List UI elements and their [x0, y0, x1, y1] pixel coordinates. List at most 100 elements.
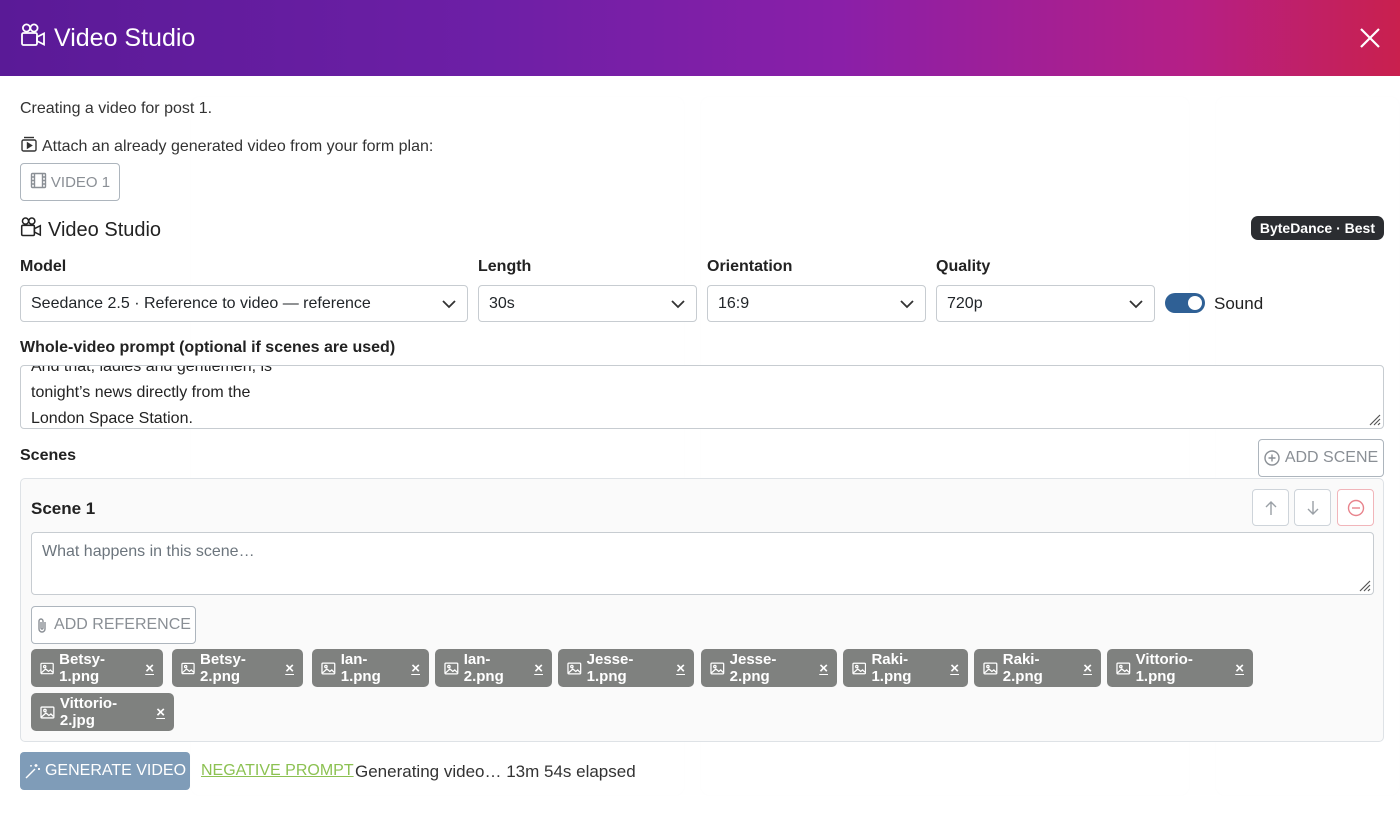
- generation-status: Generating video… 13m 54s elapsed: [355, 762, 636, 781]
- length-value: 30s: [489, 294, 515, 312]
- minus-circle-icon: [1347, 499, 1364, 516]
- close-button[interactable]: [1354, 22, 1386, 54]
- reference-chip: Vittorio-1.png ×: [1107, 649, 1253, 687]
- close-icon: [1360, 28, 1380, 48]
- prompt-label-main: Whole-video prompt: [20, 339, 175, 356]
- add-scene-button[interactable]: ADD SCENE: [1258, 439, 1384, 477]
- model-select[interactable]: Seedance 2.5 · Reference to video — refe…: [20, 285, 468, 322]
- paperclip-icon: [38, 617, 46, 633]
- arrow-down-icon: [1307, 500, 1318, 515]
- prompt-line: tonight’s news directly from the: [31, 384, 251, 401]
- generate-video-button[interactable]: GENERATE VIDEO: [20, 752, 190, 790]
- prompt-line: And that, ladies and gentlemen, is: [31, 365, 273, 375]
- scene-description-textarea[interactable]: What happens in this scene…: [31, 532, 1374, 595]
- remove-reference-button[interactable]: ×: [285, 660, 294, 677]
- plus-circle-icon: [1264, 450, 1280, 466]
- remove-reference-button[interactable]: ×: [676, 660, 685, 677]
- move-up-button[interactable]: [1252, 489, 1289, 526]
- quality-label: Quality: [936, 258, 991, 275]
- reference-name: Jesse-2.png: [729, 651, 777, 685]
- scenes-label: Scenes: [20, 447, 77, 464]
- move-down-button[interactable]: [1294, 489, 1331, 526]
- attach-text: Attach an already generated video from y…: [42, 137, 434, 155]
- image-icon: [40, 705, 55, 719]
- image-icon: [40, 662, 54, 674]
- image-icon: [567, 661, 582, 675]
- modal-title-text: Video Studio: [54, 23, 196, 52]
- attach-row: Attach an already generated video from y…: [20, 135, 433, 158]
- remove-reference-button[interactable]: ×: [819, 660, 828, 677]
- reference-chip: Raki-2.png ×: [974, 649, 1101, 687]
- video-1-button[interactable]: VIDEO 1: [20, 163, 120, 201]
- prompt-label: Whole-video prompt (optional if scenes a…: [20, 339, 395, 357]
- reference-name: Betsy-1.png: [59, 651, 106, 685]
- whole-video-prompt-textarea[interactable]: And that, ladies and gentlemen, is tonig…: [20, 365, 1384, 429]
- image-icon: [444, 661, 459, 675]
- remove-reference-button[interactable]: ×: [411, 660, 420, 677]
- remove-reference-button[interactable]: ×: [145, 660, 154, 677]
- remove-scene-button[interactable]: [1337, 489, 1374, 526]
- generate-video-label: GENERATE VIDEO: [44, 762, 187, 779]
- resize-handle-icon[interactable]: [1357, 578, 1371, 592]
- add-reference-label: ADD REFERENCE: [54, 616, 191, 633]
- length-select[interactable]: 30s: [478, 285, 697, 322]
- reference-name: Jesse-1.png: [586, 651, 634, 685]
- reference-name: Raki-1.png: [871, 651, 912, 685]
- film-icon: [30, 172, 47, 193]
- reference-chip: Vittorio-2.jpg ×: [31, 693, 174, 731]
- add-reference-button[interactable]: ADD REFERENCE: [31, 606, 196, 644]
- video-studio-modal: Video Studio Creating a video for post 1…: [0, 0, 1400, 816]
- image-icon: [181, 662, 195, 674]
- modal-title: Video Studio: [20, 22, 195, 55]
- chevron-down-icon: [1129, 299, 1143, 308]
- arrow-up-icon: [1265, 500, 1276, 515]
- reference-chip: Ian-1.png ×: [312, 649, 429, 687]
- image-icon: [852, 662, 867, 674]
- length-label: Length: [478, 258, 532, 275]
- prompt-text: And that, ladies and gentlemen, is tonig…: [31, 365, 1373, 428]
- resize-handle-icon[interactable]: [1367, 412, 1381, 426]
- reference-name: Vittorio-2.jpg: [59, 695, 118, 729]
- scene-card: Scene 1 What happens in this scene… ADD …: [20, 478, 1384, 742]
- scene-placeholder: What happens in this scene…: [42, 543, 255, 560]
- video-icon: [20, 135, 38, 158]
- image-icon: [983, 661, 998, 675]
- chevron-down-icon: [442, 299, 456, 308]
- remove-reference-button[interactable]: ×: [534, 660, 543, 677]
- reference-chip: Raki-1.png ×: [843, 649, 968, 687]
- model-value: Seedance 2.5 · Reference to video — refe…: [31, 294, 371, 312]
- reference-name: Ian-2.png: [463, 651, 504, 685]
- quality-value: 720p: [947, 294, 983, 312]
- sound-label: Sound: [1214, 294, 1264, 313]
- video-camera-icon: [20, 216, 42, 244]
- negative-prompt-link[interactable]: NEGATIVE PROMPT: [201, 762, 354, 780]
- remove-reference-button[interactable]: ×: [1083, 660, 1092, 677]
- sound-toggle[interactable]: [1165, 293, 1205, 313]
- reference-name: Vittorio-1.png: [1135, 651, 1193, 685]
- modal-header: Video Studio: [0, 0, 1400, 76]
- reference-chip: Jesse-1.png ×: [558, 649, 694, 687]
- intro-text: Creating a video for post 1.: [20, 100, 213, 117]
- reference-chip: Betsy-1.png ×: [31, 649, 163, 687]
- reference-name: Ian-1.png: [340, 651, 381, 685]
- add-scene-label: ADD SCENE: [1284, 449, 1379, 466]
- orientation-value: 16:9: [718, 294, 750, 312]
- remove-reference-button[interactable]: ×: [950, 660, 959, 677]
- image-icon: [321, 661, 336, 675]
- reference-name: Raki-2.png: [1002, 651, 1043, 685]
- remove-reference-button[interactable]: ×: [1235, 660, 1244, 677]
- provider-badge: ByteDance · Best: [1250, 216, 1384, 240]
- quality-select[interactable]: 720p: [936, 285, 1155, 322]
- reference-chip: Ian-2.png ×: [435, 649, 552, 687]
- chevron-down-icon: [671, 299, 685, 308]
- orientation-select[interactable]: 16:9: [707, 285, 926, 322]
- reference-chip: Betsy-2.png ×: [172, 649, 303, 687]
- toggle-knob: [1188, 296, 1202, 310]
- magic-wand-icon: [25, 763, 40, 778]
- video-1-label: VIDEO 1: [50, 173, 111, 191]
- scene-title: Scene 1: [31, 499, 96, 518]
- video-camera-icon: [20, 22, 46, 55]
- remove-reference-button[interactable]: ×: [156, 704, 165, 721]
- prompt-label-suffix: (optional if scenes are used): [174, 339, 396, 356]
- reference-chip: Jesse-2.png ×: [701, 649, 837, 687]
